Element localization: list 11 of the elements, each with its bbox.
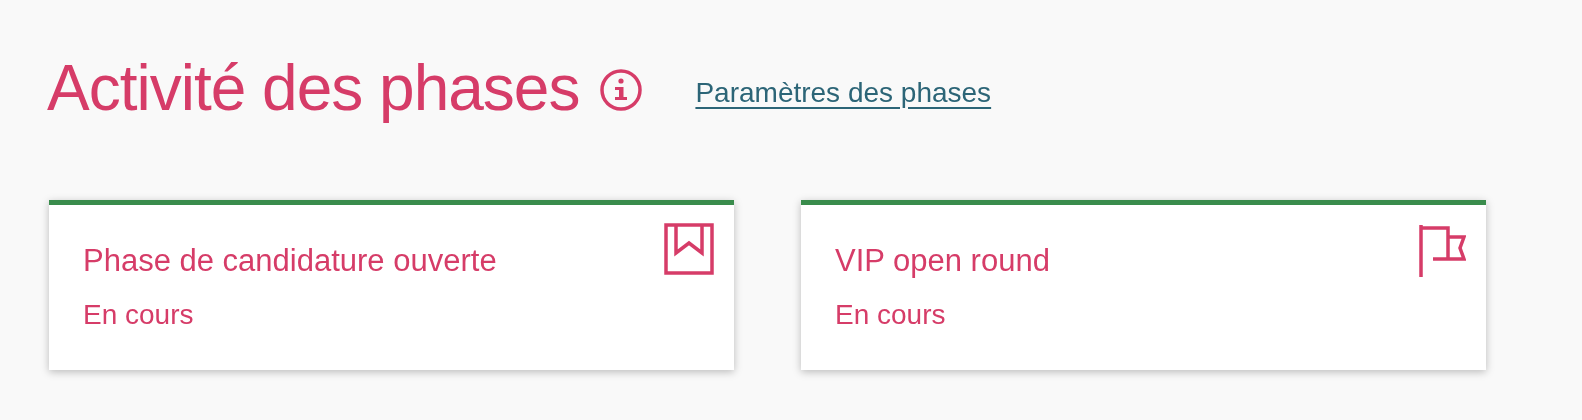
phase-status: En cours [835, 298, 946, 332]
phase-title: Phase de candidature ouverte [83, 242, 497, 280]
info-icon[interactable] [599, 68, 644, 112]
page-title: Activité des phases [47, 51, 580, 126]
phase-card[interactable]: VIP open round En cours [801, 200, 1486, 370]
phase-title: VIP open round [835, 242, 1050, 280]
bookmark-icon [664, 223, 714, 275]
settings-link[interactable]: Paramètres des phases [695, 72, 992, 114]
phase-card[interactable]: Phase de candidature ouverte En cours [49, 200, 734, 370]
flag-icon [1418, 223, 1466, 279]
phase-status: En cours [83, 298, 194, 332]
